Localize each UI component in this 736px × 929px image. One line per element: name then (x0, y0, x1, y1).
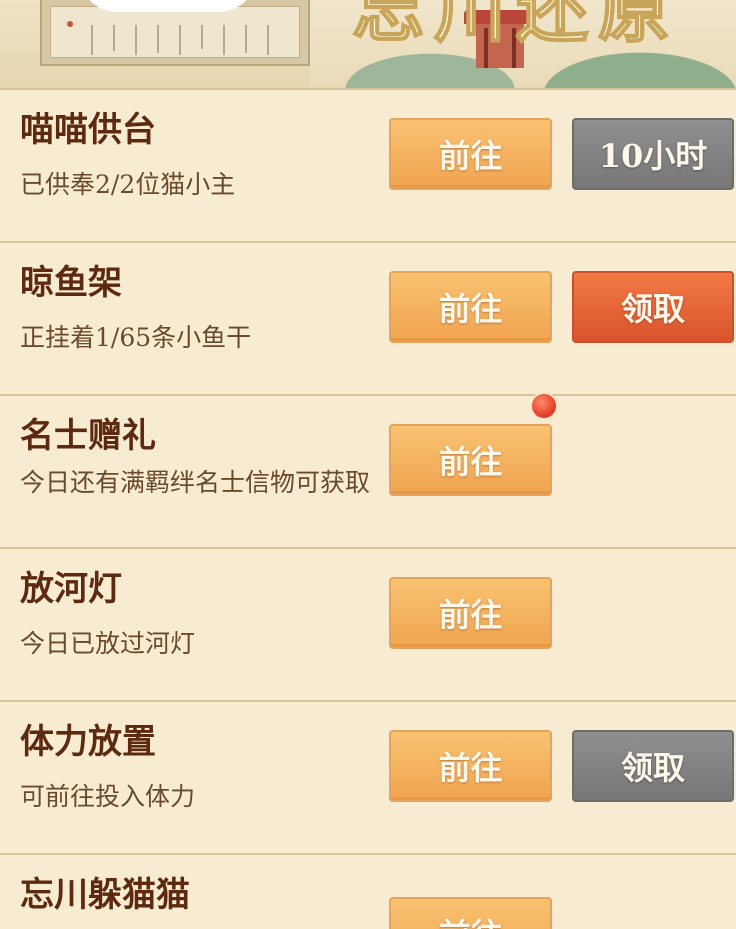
calligraphy-stroke (245, 25, 247, 53)
go-button[interactable]: 前往 (389, 577, 552, 649)
calligraphy-stroke (179, 25, 181, 55)
task-description: 正挂着1/65条小鱼干 (20, 323, 252, 352)
calligraphy-stroke (201, 25, 203, 49)
banner-title: 忘川还原 (351, 0, 681, 52)
task-row-fish-rack: 晾鱼架 正挂着1/65条小鱼干 前往 领取 (0, 243, 736, 396)
task-list: 喵喵供台 已供奉2/2位猫小主 前往 10小时 晾鱼架 正挂着1/65条小鱼干 … (0, 90, 736, 929)
task-description: 可前往投入体力 (20, 782, 196, 811)
calligraphy-stroke (267, 25, 269, 55)
go-button[interactable]: 前往 (389, 897, 552, 929)
go-button[interactable]: 前往 (389, 271, 552, 343)
task-row-hide-and-seek: 忘川躲猫猫 前往 (0, 855, 736, 929)
calligraphy-stroke (91, 25, 93, 55)
timer-button[interactable]: 10小时 (572, 118, 734, 190)
claim-button[interactable]: 领取 (572, 730, 734, 802)
claim-button[interactable]: 领取 (572, 271, 734, 343)
calligraphy-stroke (157, 25, 159, 53)
seal-stamp (67, 21, 73, 27)
notification-dot-icon (530, 392, 558, 420)
task-title: 名士赠礼 (20, 416, 156, 456)
task-description: 已供奉2/2位猫小主 (20, 170, 236, 199)
go-button[interactable]: 前往 (389, 730, 552, 802)
go-button[interactable]: 前往 (389, 118, 552, 190)
task-title: 晾鱼架 (20, 263, 122, 303)
task-title: 喵喵供台 (20, 110, 156, 150)
event-banner[interactable]: 忘川还原 (0, 0, 736, 90)
task-description: 今日已放过河灯 (20, 629, 196, 658)
task-row-river-lantern: 放河灯 今日已放过河灯 前往 (0, 549, 736, 702)
task-row-offering-altar: 喵喵供台 已供奉2/2位猫小主 前往 10小时 (0, 90, 736, 243)
calligraphy-stroke (113, 25, 115, 51)
task-title: 放河灯 (20, 569, 122, 609)
go-button[interactable]: 前往 (389, 424, 552, 496)
task-title: 体力放置 (20, 722, 156, 762)
task-title: 忘川躲猫猫 (20, 875, 190, 915)
calligraphy-stroke (135, 25, 137, 55)
task-row-stamina-deposit: 体力放置 可前往投入体力 前往 领取 (0, 702, 736, 855)
task-row-celebrity-gift: 名士赠礼 今日还有满羁绊名士信物可获取 前往 (0, 392, 736, 549)
task-description: 今日还有满羁绊名士信物可获取 (20, 468, 371, 497)
calligraphy-stroke (223, 25, 225, 55)
